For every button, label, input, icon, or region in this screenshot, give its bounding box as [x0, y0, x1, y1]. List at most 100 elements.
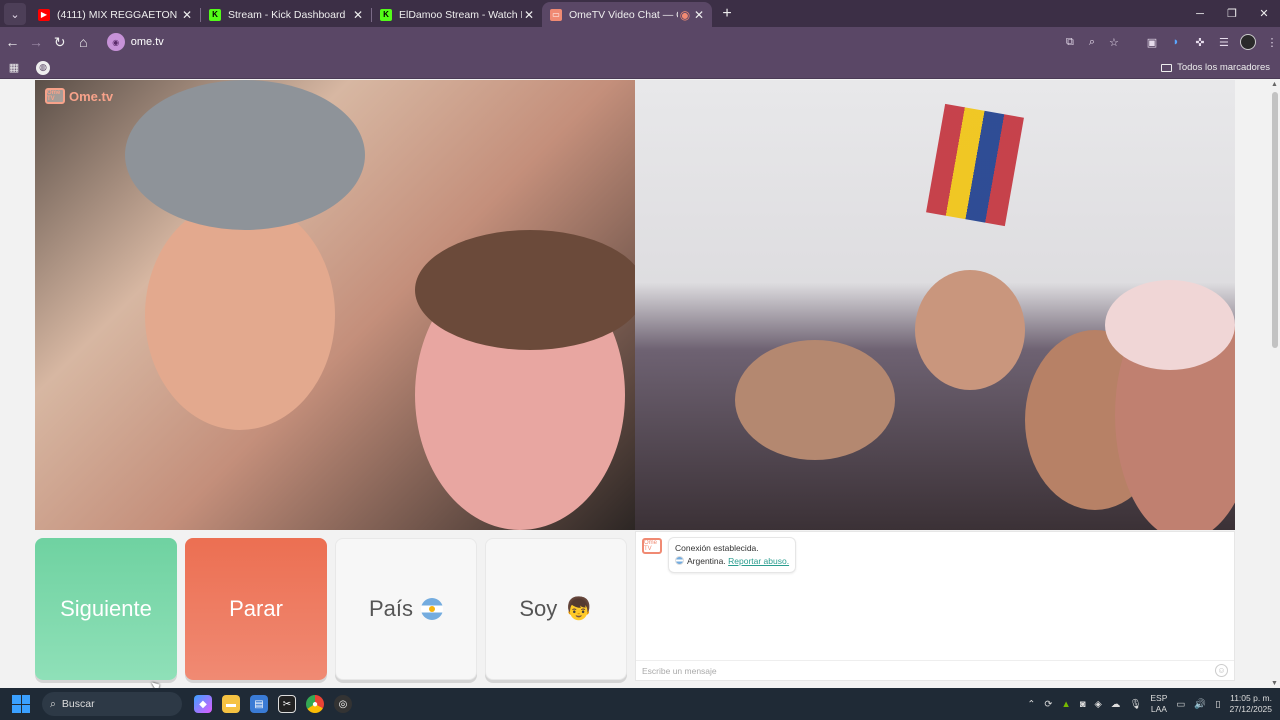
volume-icon[interactable]: 🔊 — [1194, 699, 1206, 710]
puzzle-icon[interactable]: ✜ — [1192, 36, 1208, 49]
close-icon[interactable]: ✕ — [522, 8, 536, 22]
page-content: Ome TV Ome.tv Siguiente Parar País Soy 👦… — [0, 80, 1280, 693]
face-shape — [145, 200, 335, 430]
clock-date: 27/12/2025 — [1229, 704, 1272, 714]
obs-icon[interactable]: ◎ — [334, 695, 352, 713]
emoji-icon[interactable]: ☺ — [1215, 664, 1228, 677]
close-icon[interactable]: ✕ — [180, 8, 194, 22]
sync-icon[interactable]: ⟳ — [1044, 699, 1052, 710]
window-controls: ─ ❐ ✕ — [1184, 0, 1280, 27]
tab-title: OmeTV Video Chat — Ome — [569, 8, 678, 21]
chrome-icon[interactable]: ● — [306, 695, 324, 713]
audio-icon[interactable]: ◗ — [1168, 36, 1184, 48]
address-bar[interactable]: ◉ ome.tv ⧉ ⌕ ☆ — [106, 30, 1128, 54]
new-tab-button[interactable]: + — [716, 3, 738, 25]
forward-icon[interactable]: → — [25, 30, 48, 54]
menu-icon[interactable]: ⋮ — [1264, 36, 1280, 49]
windows-start-icon[interactable] — [12, 695, 30, 713]
back-icon[interactable]: ← — [1, 30, 24, 54]
media-icon[interactable]: ☰ — [1216, 36, 1232, 49]
tab-title: (4111) MIX REGGAETON 2025 | — [57, 8, 180, 21]
file-explorer-icon[interactable]: ▬ — [222, 695, 240, 713]
extension-icon[interactable]: ▣ — [1144, 36, 1160, 49]
report-abuse-link[interactable]: Reportar abuso. — [728, 556, 789, 566]
profile-avatar[interactable] — [1239, 34, 1256, 50]
argentina-flag-icon — [421, 598, 444, 620]
tab-kick-dashboard[interactable]: K Stream - Kick Dashboard ✕ — [201, 2, 371, 27]
discord-icon[interactable]: ◙ — [1080, 699, 1086, 710]
tab-title: ElDamoo Stream - Watch Live o — [399, 8, 522, 21]
youtube-icon: ▶ — [38, 8, 50, 21]
wall-flag-decoration — [926, 103, 1024, 227]
bookmarks-bar: ▦ ◍ Todos los marcadores — [0, 57, 1280, 79]
system-tray: ⌃ ⟳ ▲ ◙ ◈ ☁ 🎙 ESP LAA ▭ 🔊 ▯ 11:05 p. m. … — [1027, 693, 1272, 715]
site-info-icon[interactable]: ◉ — [106, 33, 125, 51]
tab-title: Stream - Kick Dashboard — [228, 8, 346, 21]
taskbar-search[interactable]: ⌕ Buscar — [42, 692, 182, 716]
close-window-icon[interactable]: ✕ — [1248, 0, 1280, 27]
message-placeholder: Escribe un mensaje — [642, 665, 717, 676]
microphone-icon[interactable]: 🎙 — [1129, 699, 1141, 710]
language-indicator[interactable]: ESP LAA — [1150, 693, 1167, 715]
copilot-icon[interactable]: ◆ — [194, 695, 212, 713]
url-text[interactable]: ome.tv — [131, 36, 164, 48]
scroll-up-icon[interactable]: ▲ — [1271, 81, 1278, 88]
taskbar-search-label: Buscar — [61, 698, 95, 710]
ometv-chat-icon: Ome TV — [642, 538, 662, 554]
display-icon[interactable]: ▭ — [1176, 699, 1185, 710]
country-button[interactable]: País — [335, 538, 477, 680]
kick-icon: K — [209, 8, 221, 21]
reload-icon[interactable]: ↻ — [48, 30, 71, 54]
page-scrollbar[interactable]: ▲ ▼ — [1270, 80, 1280, 688]
nvidia-icon[interactable]: ▲ — [1061, 699, 1070, 710]
omnibox-actions: ⧉ ⌕ ☆ — [1062, 36, 1122, 49]
cap-shape — [125, 80, 365, 230]
recording-icon: ◉ — [679, 7, 691, 22]
globe-icon[interactable]: ◍ — [36, 60, 50, 75]
scroll-down-icon[interactable]: ▼ — [1271, 680, 1278, 687]
all-bookmarks-button[interactable]: Todos los marcadores — [1161, 62, 1270, 73]
language-bottom: LAA — [1150, 704, 1167, 714]
battery-icon[interactable]: ▯ — [1215, 699, 1220, 710]
close-icon[interactable]: ✕ — [351, 8, 365, 22]
close-icon[interactable]: ✕ — [692, 8, 706, 22]
person-shape — [915, 270, 1025, 390]
country-name: Argentina. — [687, 556, 726, 566]
store-icon[interactable]: ▤ — [250, 695, 268, 713]
minimize-icon[interactable]: ─ — [1184, 0, 1216, 27]
scrollbar-thumb[interactable] — [1272, 92, 1278, 348]
restore-icon[interactable]: ❐ — [1216, 0, 1248, 27]
cap-shape — [1105, 280, 1235, 370]
apps-grid-icon[interactable]: ▦ — [6, 60, 22, 76]
taskbar-apps: ◆ ▬ ▤ ✂ ● ◎ — [194, 695, 352, 713]
tab-youtube[interactable]: ▶ (4111) MIX REGGAETON 2025 | ✕ — [30, 2, 200, 27]
tab-search-button[interactable]: ⌄ — [4, 3, 26, 25]
stop-button[interactable]: Parar — [185, 538, 327, 680]
kick-icon: K — [380, 8, 392, 21]
local-video: Ome TV Ome.tv — [35, 80, 635, 530]
extensions-area: ▣ ◗ ✜ ☰ ⋮ — [1144, 34, 1280, 50]
clock[interactable]: 11:05 p. m. 27/12/2025 — [1229, 693, 1272, 715]
next-button[interactable]: Siguiente — [35, 538, 177, 680]
remote-video — [635, 80, 1235, 530]
zoom-icon[interactable]: ⌕ — [1084, 36, 1100, 49]
argentina-flag-icon — [675, 556, 684, 565]
home-icon[interactable]: ⌂ — [72, 30, 95, 54]
capcut-icon[interactable]: ✂ — [278, 695, 296, 713]
connection-status: Conexión establecida. — [675, 543, 759, 553]
cloud-icon[interactable]: ☁ — [1111, 699, 1121, 710]
browser-toolbar: ← → ↻ ⌂ ◉ ome.tv ⧉ ⌕ ☆ ▣ ◗ ✜ ☰ ⋮ — [0, 27, 1280, 57]
gender-button[interactable]: Soy 👦 — [485, 538, 627, 680]
ometv-icon: ▭ — [550, 8, 562, 21]
language-top: ESP — [1150, 693, 1168, 703]
chat-panel: Ome TV Conexión establecida. Argentina. … — [635, 531, 1235, 681]
hair-shape — [415, 230, 635, 350]
tab-strip: ⌄ ▶ (4111) MIX REGGAETON 2025 | ✕ K Stre… — [0, 0, 1280, 27]
message-input[interactable]: Escribe un mensaje ☺ — [636, 660, 1234, 680]
cast-icon[interactable]: ⧉ — [1062, 36, 1078, 49]
network-icon[interactable]: ◈ — [1095, 699, 1102, 710]
chevron-up-icon[interactable]: ⌃ — [1027, 699, 1035, 710]
tab-eldamoo-stream[interactable]: K ElDamoo Stream - Watch Live o ✕ — [372, 2, 542, 27]
bookmark-star-icon[interactable]: ☆ — [1106, 36, 1122, 49]
tab-ometv[interactable]: ▭ OmeTV Video Chat — Ome ◉ ✕ — [542, 2, 712, 27]
